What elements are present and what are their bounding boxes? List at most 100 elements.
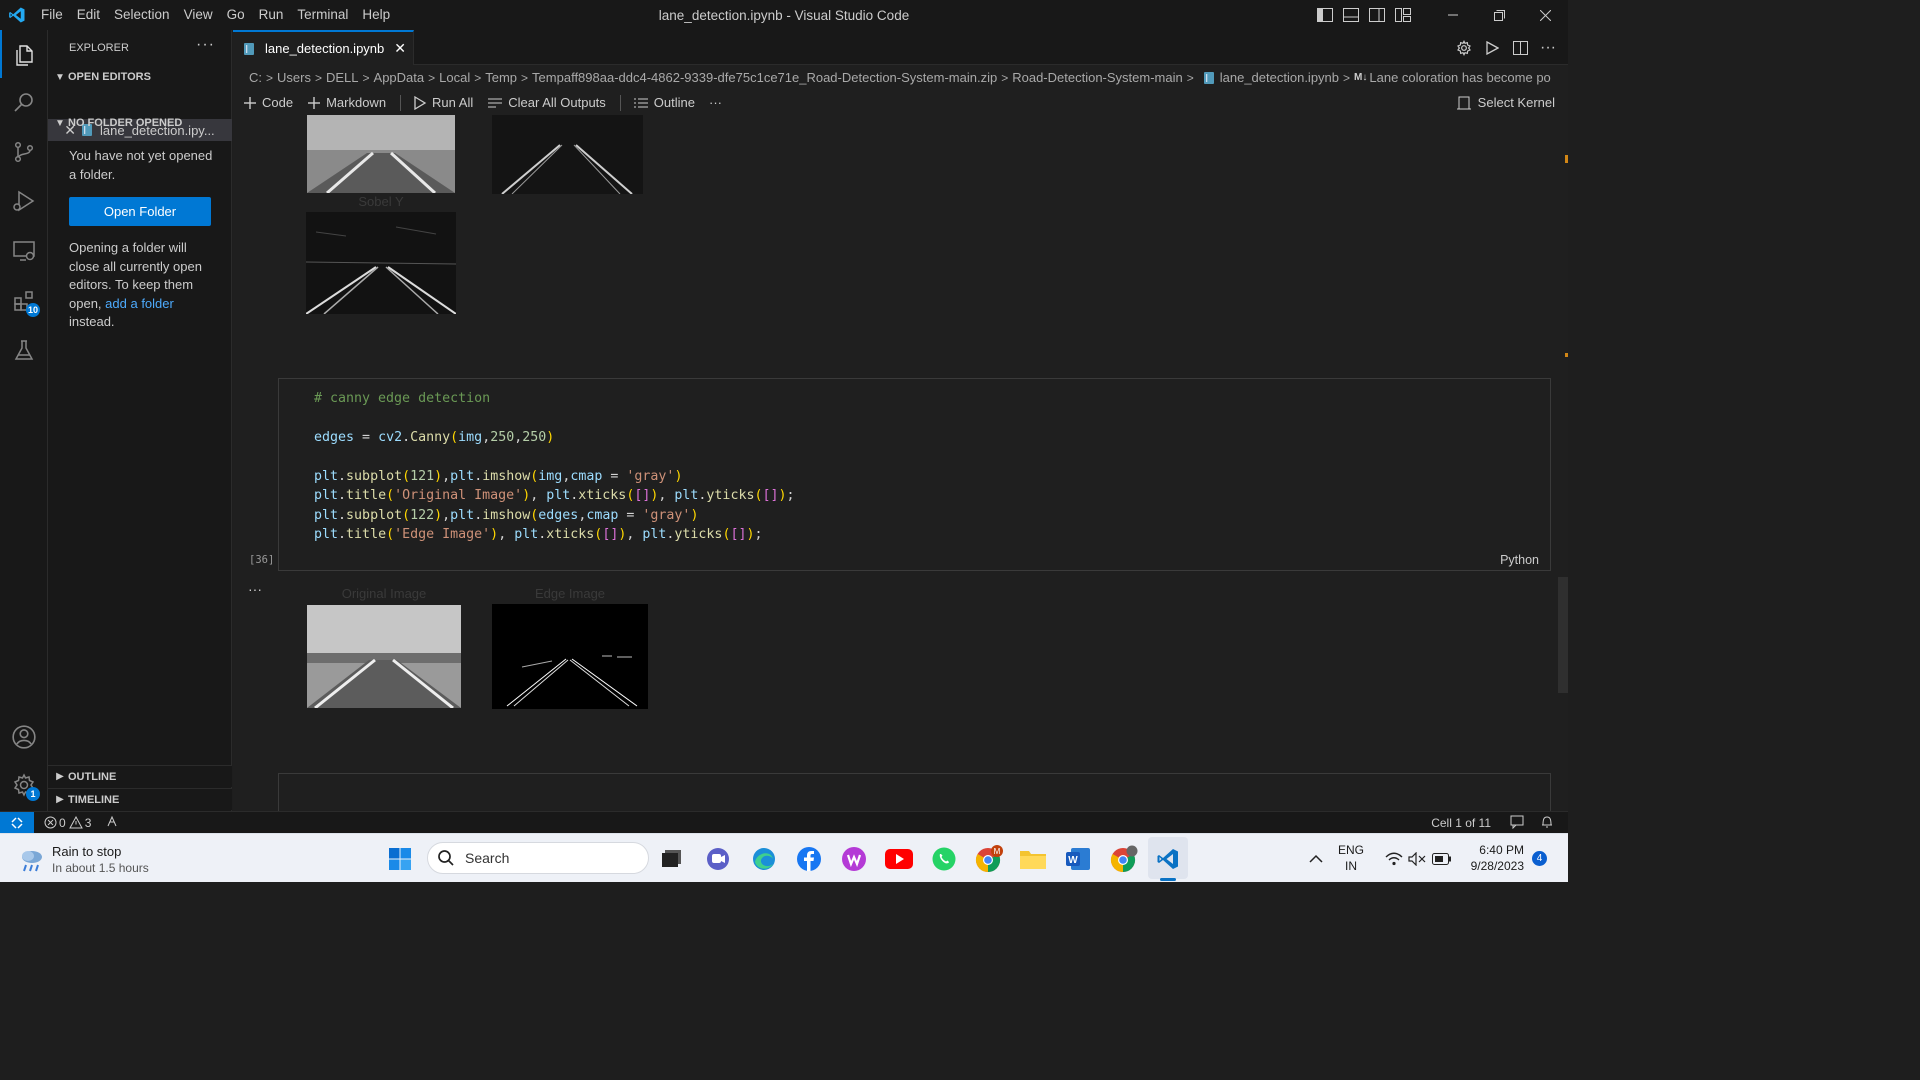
toggle-secondary-sidebar-icon[interactable] [1364,0,1390,30]
chrome-profile-m-icon[interactable]: M [975,845,1003,873]
teams-chat-icon[interactable] [704,845,732,873]
toggle-primary-sidebar-icon[interactable] [1312,0,1338,30]
menu-selection[interactable]: Selection [107,0,177,30]
timeline-section-header[interactable]: ▶ TIMELINE [48,788,232,810]
close-tab-icon[interactable]: ✕ [394,40,406,57]
open-folder-button[interactable]: Open Folder [69,197,211,226]
output-more-icon[interactable]: ··· [248,581,262,597]
clock[interactable]: 6:40 PM 9/28/2023 [1462,842,1524,874]
folder-info-text: Opening a folder will close all currentl… [69,240,202,329]
start-windows-icon[interactable] [386,845,414,873]
manage-gear-icon[interactable]: 1 [0,761,48,809]
explorer-icon[interactable] [0,30,48,78]
select-kernel-button[interactable]: Select Kernel [1456,90,1555,115]
run-all-button[interactable]: Run All [413,95,473,110]
taskbar-search-input[interactable]: Search [427,842,649,874]
restore-button[interactable] [1476,0,1522,30]
chrome-icon[interactable] [1110,845,1138,873]
no-folder-header[interactable]: ▼ NO FOLDER OPENED [48,112,232,134]
search-icon[interactable] [0,78,48,126]
breadcrumb-item[interactable]: AppData [374,70,425,85]
photo-editor-icon[interactable] [840,845,868,873]
code-cell[interactable]: # canny edge detection edges = cv2.Canny… [278,378,1551,571]
next-code-cell[interactable] [278,773,1551,811]
menu-file[interactable]: File [34,0,70,30]
word-icon[interactable]: W [1064,845,1092,873]
menu-edit[interactable]: Edit [70,0,107,30]
run-debug-icon[interactable] [0,177,48,225]
weather-widget[interactable]: Rain to stop In about 1.5 hours [18,844,149,876]
add-code-cell-button[interactable]: Code [243,95,293,110]
facebook-icon[interactable] [795,845,823,873]
code-line: plt.title('Original Image'), plt.xticks(… [314,488,795,503]
remote-explorer-icon[interactable] [0,227,48,275]
language-indicator[interactable]: ENG IN [1338,842,1364,874]
more-actions-icon[interactable]: ··· [1538,38,1558,58]
tab-lane-detection[interactable]: lane_detection.ipynb ✕ [233,30,414,65]
menu-view[interactable]: View [177,0,220,30]
menu-run[interactable]: Run [252,0,291,30]
edge-browser-icon[interactable] [750,845,778,873]
scrollbar-marker [1565,353,1568,357]
activity-bar: 10 1 [0,30,48,811]
run-icon[interactable] [1482,38,1502,58]
source-control-icon[interactable] [0,128,48,176]
menu-go[interactable]: Go [220,0,252,30]
accounts-icon[interactable] [0,713,48,761]
outline-list-icon [633,98,648,107]
breadcrumb-item[interactable]: Local [439,70,470,85]
chevron-up-icon[interactable] [1302,845,1330,873]
menu-terminal[interactable]: Terminal [290,0,355,30]
toggle-panel-icon[interactable] [1338,0,1364,30]
sidebar-more-actions-icon[interactable]: ··· [196,36,215,54]
close-window-button[interactable] [1522,0,1568,30]
ports-broadcast-icon[interactable] [105,814,119,831]
toolbar-more-icon[interactable]: ··· [709,95,722,110]
breadcrumb-item[interactable]: Tempaff898aa-ddc4-4862-9339-dfe75c1ce71e… [532,70,997,85]
code-comment: # canny edge detection [314,391,491,406]
extensions-icon[interactable]: 10 [0,277,48,325]
svg-text:M: M [994,847,1001,856]
cell-position-indicator[interactable]: Cell 1 of 11 [1431,816,1491,830]
breadcrumb-item[interactable]: Road-Detection-System-main [1012,70,1183,85]
menu-help[interactable]: Help [355,0,397,30]
breadcrumb-item[interactable]: C: [249,70,262,85]
customize-layout-icon[interactable] [1390,0,1416,30]
add-folder-link[interactable]: add a folder [105,296,174,311]
testing-icon[interactable] [0,326,48,374]
battery-icon[interactable] [1428,845,1456,873]
notifications-bell-icon[interactable] [1540,815,1554,832]
whatsapp-icon[interactable] [930,845,958,873]
minimize-button[interactable] [1430,0,1476,30]
run-all-icon [414,95,427,110]
breadcrumb-item[interactable]: DELL [326,70,359,85]
notification-count-badge[interactable]: 4 [1532,851,1547,866]
file-explorer-icon[interactable] [1019,845,1047,873]
cell-language-label[interactable]: Python [1500,553,1539,567]
outline-section-header[interactable]: ▶ OUTLINE [48,765,232,787]
feedback-icon[interactable] [1510,815,1524,832]
split-editor-icon[interactable] [1510,38,1530,58]
clock-time: 6:40 PM [1479,843,1524,857]
volume-muted-icon[interactable] [1403,845,1431,873]
add-markdown-cell-button[interactable]: Markdown [307,95,386,110]
no-folder-message: You have not yet opened a folder. [69,148,213,182]
notebook-file-icon [1203,71,1214,84]
breadcrumb-item[interactable]: Lane coloration has become po [1369,70,1550,85]
notebook-settings-gear-icon[interactable] [1454,38,1474,58]
breadcrumb-item[interactable]: lane_detection.ipynb [1220,70,1339,85]
scrollbar-thumb[interactable] [1558,577,1568,693]
clear-all-outputs-button[interactable]: Clear All Outputs [487,95,606,110]
breadcrumb-item[interactable]: Users [277,70,311,85]
problems-indicator[interactable]: 0 3 [44,816,91,830]
notebook-toolbar: Code Markdown Run All Clear All Outputs … [233,90,1568,115]
remote-indicator-icon[interactable] [0,811,34,834]
outline-button[interactable]: Outline [633,95,695,110]
breadcrumb-item[interactable]: Temp [485,70,517,85]
code-line: plt.subplot(122),plt.imshow(edges,cmap =… [314,508,699,523]
youtube-icon[interactable] [885,845,913,873]
open-editors-header[interactable]: ▼ OPEN EDITORS [48,66,232,88]
task-view-icon[interactable] [658,845,686,873]
clear-outputs-icon [488,98,503,107]
vscode-taskbar-icon[interactable] [1154,845,1182,873]
